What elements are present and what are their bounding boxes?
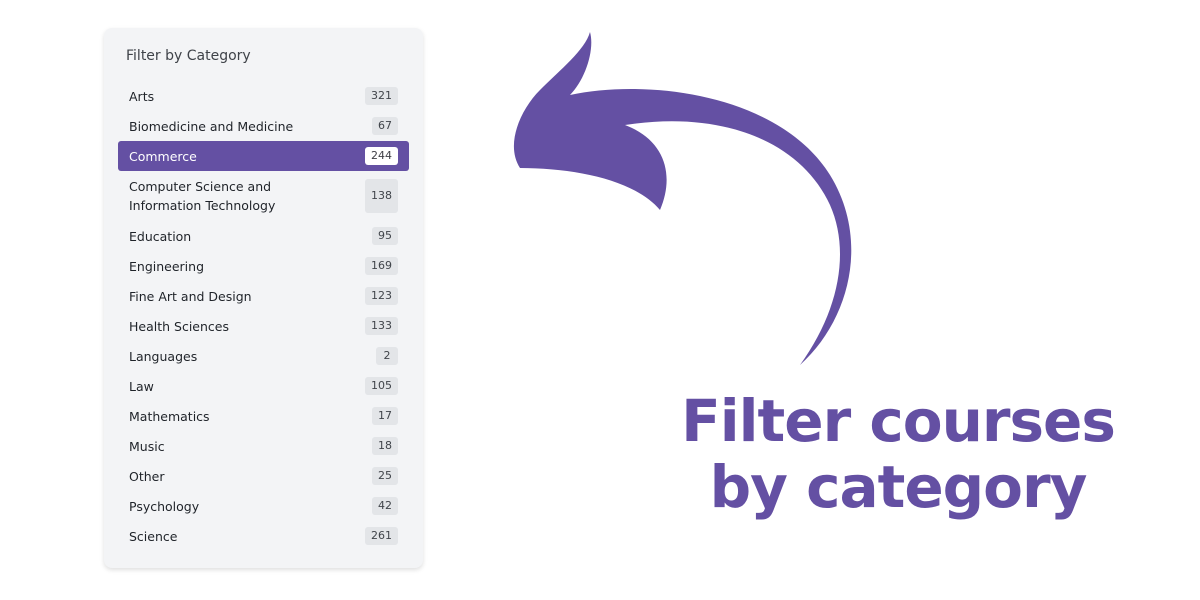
headline: Filter courses by category (618, 388, 1178, 520)
headline-line-1: Filter courses (681, 387, 1116, 455)
headline-line-2: by category (709, 453, 1088, 521)
